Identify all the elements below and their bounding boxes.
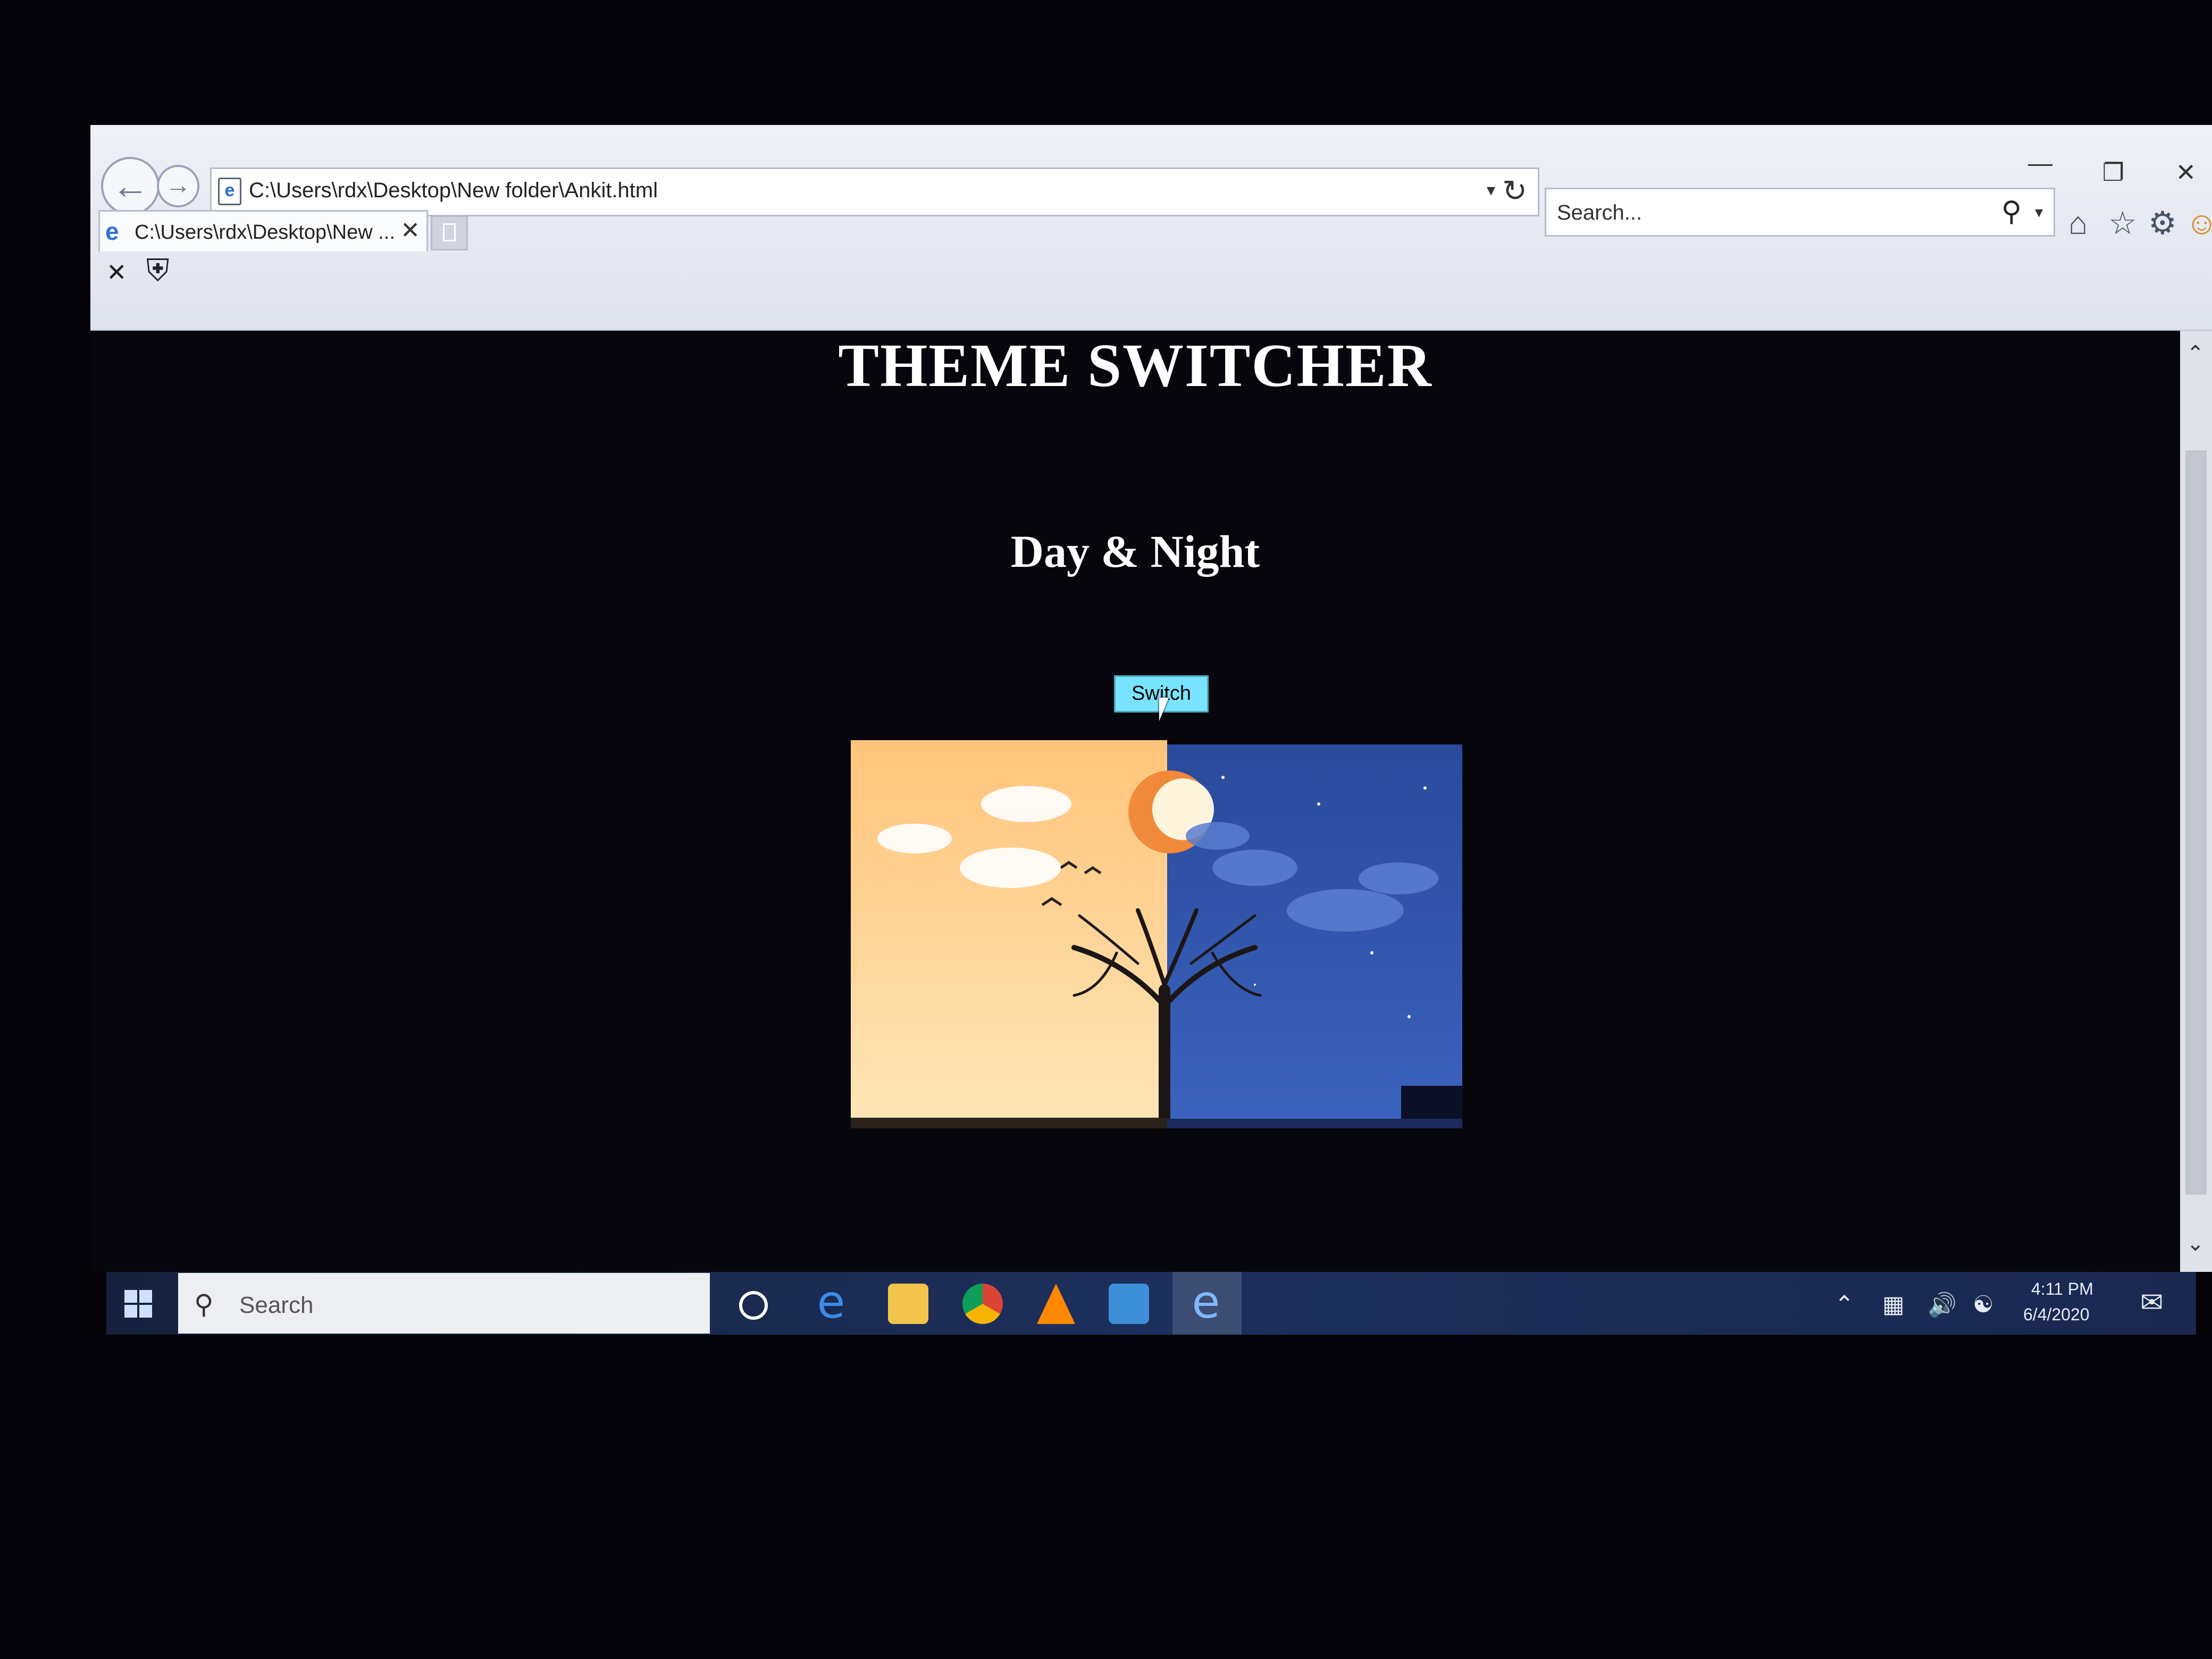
globe-icon[interactable]: ☯ <box>1973 1291 1993 1318</box>
ie-tab-icon: e <box>105 217 119 245</box>
windows-start-icon[interactable] <box>117 1283 165 1325</box>
vlc-icon[interactable] <box>1037 1284 1075 1324</box>
address-bar[interactable]: e C:\Users\rdx\Desktop\New folder\Ankit.… <box>210 167 1539 216</box>
notification-icon[interactable]: ✉ <box>2140 1287 2164 1319</box>
taskbar: ⚲ Search e e ⌃ ▦ 🔊 ☯ 4:11 PM 6/4/2020 ✉ <box>106 1272 2196 1335</box>
edge-icon[interactable]: e <box>811 1279 851 1325</box>
scroll-up-icon[interactable]: ⌃ <box>2186 341 2205 366</box>
browser-search-placeholder: Search... <box>1557 201 1643 224</box>
forward-button[interactable]: → <box>157 165 199 207</box>
clock-date[interactable]: 6/4/2020 <box>2023 1305 2090 1325</box>
new-tab-button[interactable] <box>431 215 468 250</box>
tab-ankit[interactable]: e C:\Users\rdx\Desktop\New ... ✕ <box>98 210 428 252</box>
vertical-scrollbar[interactable]: ⌃ ⌄ <box>2180 331 2212 1272</box>
search-icon[interactable]: ⚲ <box>2001 196 2022 228</box>
browser-search-box[interactable]: Search... ⚲ ▾ <box>1545 188 2055 237</box>
day-night-image <box>851 740 1462 1128</box>
taskbar-search-placeholder: Search <box>239 1292 314 1318</box>
star-icon[interactable]: ☆ <box>2108 205 2137 242</box>
volume-icon[interactable]: 🔊 <box>1928 1291 1957 1319</box>
address-text: C:\Users\rdx\Desktop\New folder\Ankit.ht… <box>249 179 658 202</box>
scroll-thumb[interactable] <box>2185 450 2207 1195</box>
battery-icon[interactable]: ▦ <box>1882 1291 1905 1318</box>
web-page: THEME SWITCHER Day & Night Switch <box>90 331 2180 1272</box>
chrome-icon[interactable] <box>962 1284 1003 1324</box>
gear-icon[interactable]: ⚙ <box>2148 205 2177 242</box>
page-subtitle: Day & Night <box>1010 526 1260 577</box>
mouse-cursor-icon <box>1159 698 1169 721</box>
search-icon: ⚲ <box>194 1289 214 1319</box>
back-button[interactable]: ← <box>101 157 160 215</box>
smiley-icon[interactable]: ☺ <box>2185 205 2212 241</box>
page-icon: e <box>218 178 241 205</box>
scroll-down-icon[interactable]: ⌄ <box>2186 1231 2205 1256</box>
tab-title: C:\Users\rdx\Desktop\New ... <box>135 221 395 244</box>
address-dropdown-icon[interactable]: ▾ <box>1487 180 1495 200</box>
close-window-button[interactable]: ✕ <box>2175 158 2196 187</box>
mail-icon[interactable] <box>1109 1284 1149 1324</box>
close-bar-icon[interactable]: ✕ <box>106 258 127 287</box>
shield-icon[interactable]: ⛨ <box>146 253 170 289</box>
page-title: THEME SWITCHER <box>838 332 1432 399</box>
chevron-up-icon[interactable]: ⌃ <box>1834 1291 1854 1318</box>
monitor-screen: ← → e C:\Users\rdx\Desktop\New folder\An… <box>90 125 2212 1335</box>
taskbar-search-box[interactable]: ⚲ Search <box>178 1273 710 1334</box>
refresh-icon[interactable]: ↻ <box>1502 173 1527 208</box>
internet-explorer-icon[interactable]: e <box>1186 1279 1226 1325</box>
restore-button[interactable]: ❐ <box>2102 158 2124 187</box>
clock-time[interactable]: 4:11 PM <box>2031 1279 2093 1299</box>
file-explorer-icon[interactable] <box>888 1284 928 1324</box>
browser-chrome: ← → e C:\Users\rdx\Desktop\New folder\An… <box>90 125 2212 331</box>
home-icon[interactable]: ⌂ <box>2068 205 2088 241</box>
search-dropdown-icon[interactable]: ▾ <box>2035 203 2043 222</box>
cortana-icon[interactable] <box>739 1291 768 1320</box>
tab-close-icon[interactable]: ✕ <box>400 217 420 244</box>
minimize-button[interactable]: — <box>2028 148 2052 177</box>
